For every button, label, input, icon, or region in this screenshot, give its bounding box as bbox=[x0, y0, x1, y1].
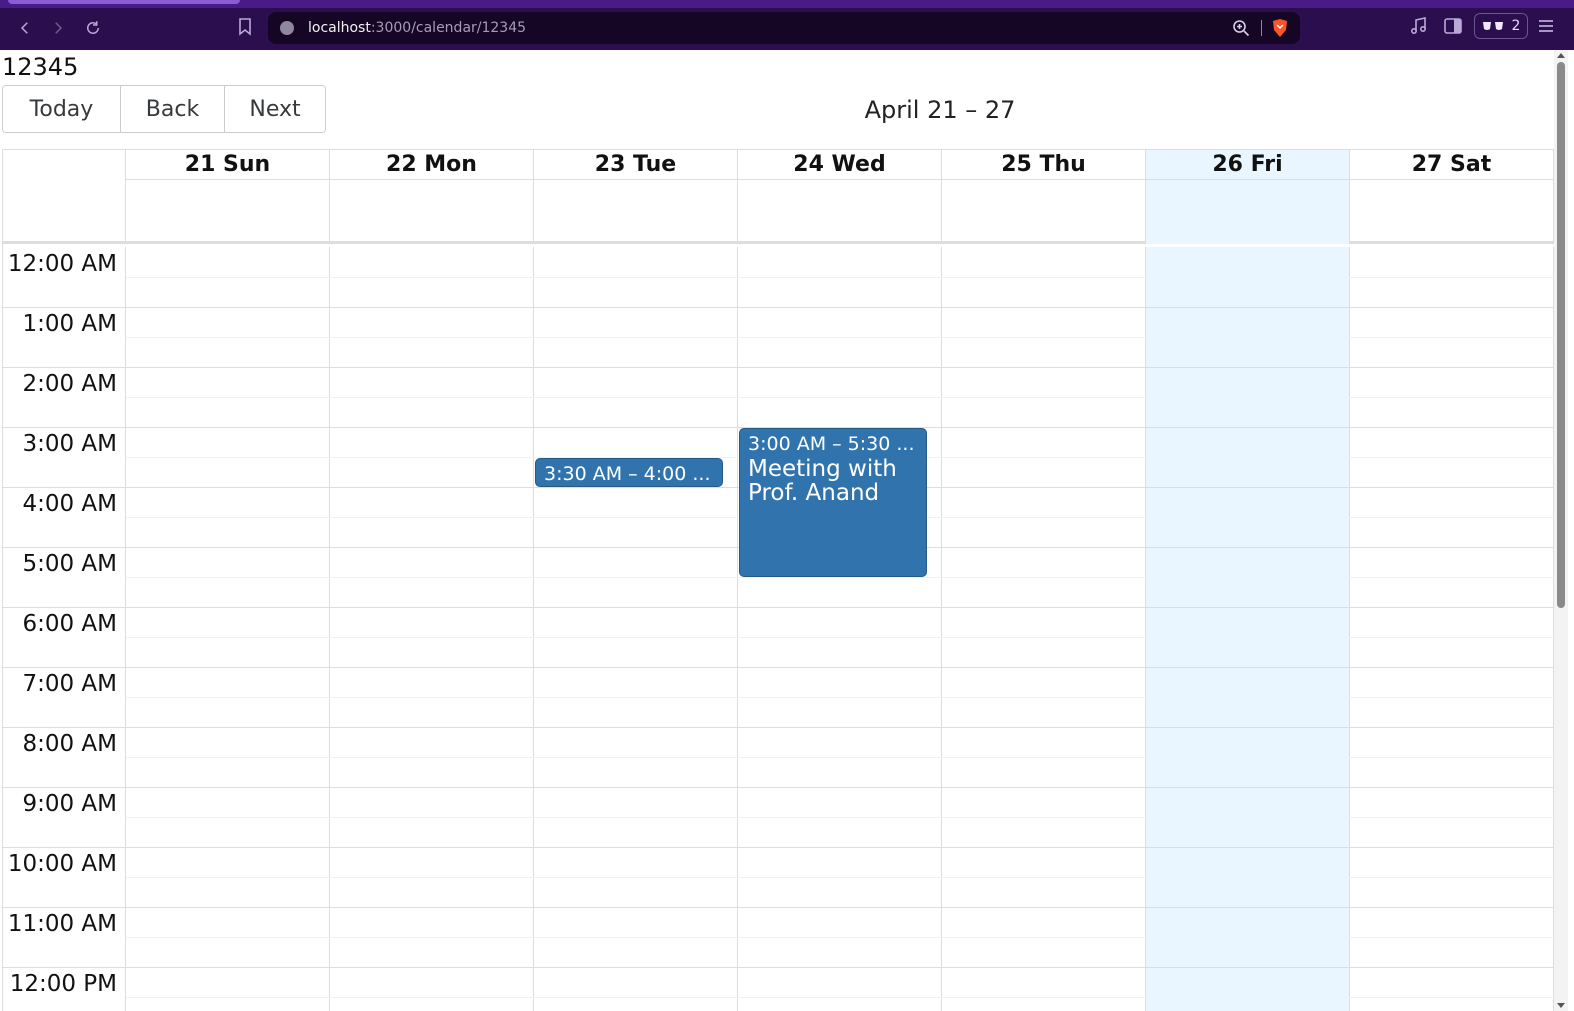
time-label: 9:00 AM bbox=[22, 791, 117, 817]
time-label: 12:00 AM bbox=[7, 251, 117, 277]
hour-line bbox=[3, 847, 1554, 848]
browser-toolbar: localhost:3000/calendar/12345 2 bbox=[0, 0, 1574, 50]
time-label: 3:00 AM bbox=[22, 431, 117, 457]
active-tab[interactable] bbox=[8, 0, 240, 4]
url-text: localhost:3000/calendar/12345 bbox=[308, 20, 527, 36]
forward-arrow-icon[interactable] bbox=[44, 14, 72, 42]
zoom-icon[interactable] bbox=[1232, 19, 1250, 37]
day-column[interactable] bbox=[738, 247, 942, 1011]
brave-shield-icon[interactable] bbox=[1271, 18, 1289, 38]
reload-icon[interactable] bbox=[79, 14, 107, 42]
all-day-cell[interactable] bbox=[738, 180, 942, 244]
day-header[interactable]: 21 Sun bbox=[126, 150, 330, 180]
half-hour-line bbox=[126, 937, 1554, 938]
scroll-down-arrow[interactable] bbox=[1557, 1003, 1565, 1008]
half-hour-line bbox=[126, 277, 1554, 278]
hour-line bbox=[3, 307, 1554, 308]
bookmark-icon[interactable] bbox=[238, 18, 252, 36]
day-column[interactable] bbox=[126, 247, 330, 1011]
today-button[interactable]: Today bbox=[3, 86, 121, 132]
time-label: 12:00 PM bbox=[9, 971, 117, 997]
hour-line bbox=[3, 967, 1554, 968]
date-range-label: April 21 – 27 bbox=[864, 96, 1016, 124]
day-column[interactable] bbox=[1350, 247, 1554, 1011]
day-header[interactable]: 27 Sat bbox=[1350, 150, 1554, 180]
event-time: 3:30 AM – 4:00 ... bbox=[544, 463, 711, 485]
day-header[interactable]: 22 Mon bbox=[330, 150, 534, 180]
day-column[interactable] bbox=[330, 247, 534, 1011]
event-time: 3:00 AM – 5:30 ... bbox=[748, 433, 915, 455]
hour-line bbox=[3, 367, 1554, 368]
half-hour-line bbox=[126, 697, 1554, 698]
all-day-cell[interactable] bbox=[1146, 180, 1350, 244]
hour-line bbox=[3, 787, 1554, 788]
calendar-event[interactable]: 3:00 AM – 5:30 ... Meeting with Prof. Ana… bbox=[739, 428, 927, 577]
page-scrollbar[interactable] bbox=[1554, 50, 1568, 1011]
time-grid: 12:00 AM 1:00 AM 2:00 AM 3:00 AM 4:00 AM 5:00… bbox=[3, 247, 1554, 1011]
calendar-header: 21 Sun 22 Mon 23 Tue 24 Wed 25 Thu 26 Fri 27 S… bbox=[3, 150, 1554, 244]
media-icon[interactable] bbox=[1409, 16, 1429, 36]
glasses-icon bbox=[1482, 22, 1503, 30]
week-calendar: 21 Sun 22 Mon 23 Tue 24 Wed 25 Thu 26 Fri 27 S… bbox=[2, 149, 1554, 1011]
url-separator bbox=[1261, 20, 1262, 36]
menu-icon[interactable] bbox=[1536, 16, 1556, 36]
day-column[interactable] bbox=[942, 247, 1146, 1011]
wallet-count: 2 bbox=[1511, 18, 1521, 34]
back-button[interactable]: Back bbox=[121, 86, 225, 132]
time-label: 5:00 AM bbox=[22, 551, 117, 577]
address-bar[interactable]: localhost:3000/calendar/12345 bbox=[268, 12, 1300, 44]
time-label: 11:00 AM bbox=[7, 911, 117, 937]
day-header[interactable]: 24 Wed bbox=[738, 150, 942, 180]
page-content: 12345 Today Back Next April 21 – 27 21 S… bbox=[0, 50, 1574, 1011]
half-hour-line bbox=[126, 397, 1554, 398]
header-gutter bbox=[3, 150, 126, 244]
sidebar-icon[interactable] bbox=[1443, 16, 1463, 36]
day-header[interactable]: 25 Thu bbox=[942, 150, 1146, 180]
all-day-cell[interactable] bbox=[126, 180, 330, 244]
site-info-icon[interactable] bbox=[280, 21, 294, 35]
all-day-cell[interactable] bbox=[330, 180, 534, 244]
all-day-cell[interactable] bbox=[1350, 180, 1554, 244]
event-title: Meeting with Prof. Anand bbox=[748, 456, 897, 506]
time-gutter: 12:00 AM 1:00 AM 2:00 AM 3:00 AM 4:00 AM 5:00… bbox=[3, 247, 126, 1011]
half-hour-line bbox=[126, 577, 1554, 578]
time-label: 7:00 AM bbox=[22, 671, 117, 697]
time-label: 1:00 AM bbox=[22, 311, 117, 337]
hour-line bbox=[3, 727, 1554, 728]
half-hour-line bbox=[126, 997, 1554, 998]
day-header[interactable]: 23 Tue bbox=[534, 150, 738, 180]
day-column[interactable] bbox=[1146, 247, 1350, 1011]
scroll-thumb[interactable] bbox=[1557, 62, 1565, 608]
time-label: 10:00 AM bbox=[7, 851, 117, 877]
time-label: 8:00 AM bbox=[22, 731, 117, 757]
all-day-cell[interactable] bbox=[534, 180, 738, 244]
nav-button-group: Today Back Next bbox=[2, 85, 326, 133]
wallet-button[interactable]: 2 bbox=[1474, 13, 1528, 39]
hour-line bbox=[3, 907, 1554, 908]
half-hour-line bbox=[126, 637, 1554, 638]
half-hour-line bbox=[126, 337, 1554, 338]
day-header[interactable]: 26 Fri bbox=[1146, 150, 1350, 180]
calendar-id: 12345 bbox=[2, 53, 79, 81]
half-hour-line bbox=[126, 817, 1554, 818]
day-column[interactable] bbox=[534, 247, 738, 1011]
next-button[interactable]: Next bbox=[225, 86, 325, 132]
hour-line bbox=[3, 607, 1554, 608]
time-label: 2:00 AM bbox=[22, 371, 117, 397]
time-label: 6:00 AM bbox=[22, 611, 117, 637]
half-hour-line bbox=[126, 877, 1554, 878]
time-label: 4:00 AM bbox=[22, 491, 117, 517]
hour-line bbox=[3, 667, 1554, 668]
calendar-event[interactable]: 3:30 AM – 4:00 ... bbox=[535, 458, 723, 487]
scroll-up-arrow[interactable] bbox=[1557, 53, 1565, 58]
back-arrow-icon[interactable] bbox=[11, 14, 39, 42]
half-hour-line bbox=[126, 757, 1554, 758]
all-day-cell[interactable] bbox=[942, 180, 1146, 244]
